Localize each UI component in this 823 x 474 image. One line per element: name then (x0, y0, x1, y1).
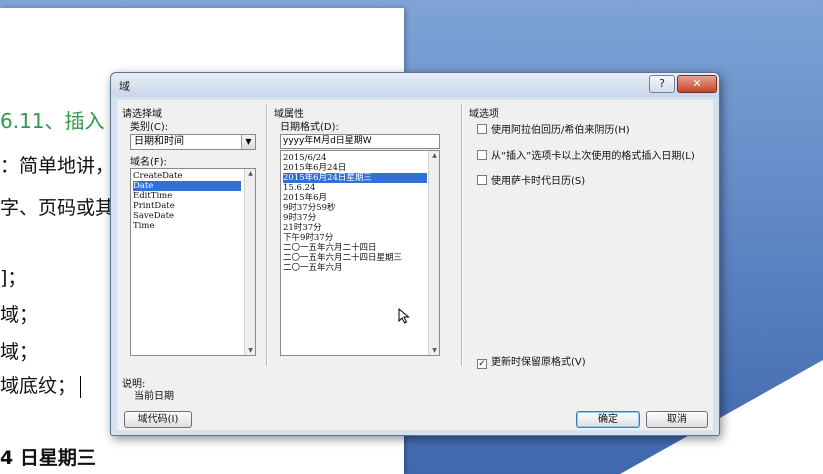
list-item[interactable]: 2015年6月24日 (283, 163, 346, 173)
text-caret (80, 375, 82, 398)
column-divider (461, 104, 462, 366)
list-item[interactable]: 下午9时37分 (283, 233, 333, 243)
date-format-label: 日期格式(D): (280, 122, 339, 133)
scroll-down-arrow-icon[interactable]: ▼ (245, 347, 255, 354)
option-saka-calendar[interactable]: 使用萨卡时代日历(S) (477, 172, 585, 187)
cancel-button[interactable]: 取消 (646, 411, 708, 428)
list-item-selected[interactable]: Date (133, 181, 241, 191)
mouse-pointer-icon (398, 308, 410, 324)
field-options-label: 域选项 (469, 109, 499, 120)
date-format-input[interactable]: yyyy年M月d日星期W (280, 134, 440, 149)
field-codes-button[interactable]: 域代码(I) (124, 411, 192, 428)
list-item[interactable]: 15.6.24 (283, 183, 315, 193)
option-last-used-format[interactable]: 从“插入”选项卡以上次使用的格式插入日期(L) (477, 147, 695, 162)
list-item[interactable]: PrintDate (133, 201, 175, 211)
doc-heading: 6.11、插入 (0, 109, 105, 133)
chevron-down-icon[interactable]: ▼ (241, 135, 255, 149)
dialog-client: 请选择域 类别(C): 日期和时间 ▼ 域名(F): CreateDate Da… (117, 100, 713, 430)
dialog-title: 域 (119, 80, 130, 93)
option-label: 使用阿拉伯回历/希伯来阴历(H) (491, 125, 630, 136)
doc-line: 4 日星期三 (0, 447, 96, 469)
option-label: 更新时保留原格式(V) (491, 357, 586, 368)
close-button[interactable]: ✕ (677, 75, 717, 93)
scroll-up-arrow-icon[interactable]: ▲ (429, 152, 439, 159)
list-item[interactable]: SaveDate (133, 211, 174, 221)
field-names-label: 域名(F): (130, 157, 167, 168)
field-dialog: 域 ? ✕ 请选择域 类别(C): 日期和时间 ▼ 域名(F): CreateD… (110, 72, 720, 436)
category-value: 日期和时间 (134, 136, 184, 147)
checkbox[interactable] (477, 175, 487, 185)
scroll-down-arrow-icon[interactable]: ▼ (429, 347, 439, 354)
list-item[interactable]: 9时37分 (283, 213, 316, 223)
category-label: 类别(C): (130, 122, 169, 133)
field-names-scrollbar[interactable]: ▲ ▼ (244, 169, 255, 355)
checkbox[interactable] (477, 150, 487, 160)
description-text: 当前日期 (134, 391, 174, 402)
doc-line: 域； (0, 341, 39, 363)
list-item[interactable]: EditTime (133, 191, 172, 201)
list-item-selected[interactable]: 2015年6月24日星期三 (283, 173, 427, 183)
list-item[interactable]: 二〇一五年六月二十四日 (283, 243, 377, 253)
doc-line: ]； (0, 267, 27, 289)
option-preserve-formatting[interactable]: ✓ 更新时保留原格式(V) (477, 353, 586, 369)
doc-line-with-caret[interactable]: 域底纹； (0, 371, 82, 398)
help-button[interactable]: ? (649, 75, 675, 93)
list-item[interactable]: 二〇一五年六月二十四日星期三 (283, 253, 402, 263)
list-item[interactable]: 2015年6月 (283, 193, 327, 203)
column-divider (266, 104, 267, 366)
doc-line: ：简单地讲， (0, 155, 115, 177)
list-item[interactable]: 2015/6/24 (283, 153, 327, 163)
dialog-titlebar[interactable]: 域 ? ✕ (111, 73, 719, 97)
category-dropdown[interactable]: 日期和时间 ▼ (130, 134, 256, 150)
field-names-list[interactable]: CreateDate Date EditTime PrintDate SaveD… (130, 168, 256, 356)
list-item[interactable]: 二〇一五年六月 (283, 263, 343, 273)
scroll-up-arrow-icon[interactable]: ▲ (245, 170, 255, 177)
list-item[interactable]: Time (133, 221, 154, 231)
list-item[interactable]: 9时37分59秒 (283, 203, 336, 213)
option-hijri-calendar[interactable]: 使用阿拉伯回历/希伯来阴历(H) (477, 121, 630, 136)
option-label: 使用萨卡时代日历(S) (491, 176, 586, 187)
doc-line-text: 域底纹； (0, 375, 77, 397)
doc-line: 域； (0, 304, 39, 326)
checkbox[interactable] (477, 124, 487, 134)
option-label: 从“插入”选项卡以上次使用的格式插入日期(L) (491, 151, 695, 162)
date-formats-list[interactable]: 2015/6/24 2015年6月24日 2015年6月24日星期三 15.6.… (280, 150, 440, 356)
list-item[interactable]: CreateDate (133, 171, 182, 181)
date-formats-scrollbar[interactable]: ▲ ▼ (428, 151, 439, 355)
checkmark-icon[interactable]: ✓ (477, 359, 487, 369)
ok-button[interactable]: 确定 (576, 411, 640, 428)
doc-line: 字、页码或其 (0, 197, 115, 219)
list-item[interactable]: 21时37分 (283, 223, 322, 233)
